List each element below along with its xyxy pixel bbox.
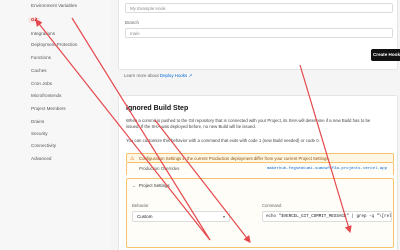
arrow-to-command-input bbox=[299, 64, 352, 234]
annotation-arrows bbox=[35, 17, 352, 243]
arrow-line-secondary bbox=[71, 17, 211, 241]
arrow-to-git-nav bbox=[35, 19, 211, 241]
arrow-to-behavior-select bbox=[154, 119, 251, 243]
